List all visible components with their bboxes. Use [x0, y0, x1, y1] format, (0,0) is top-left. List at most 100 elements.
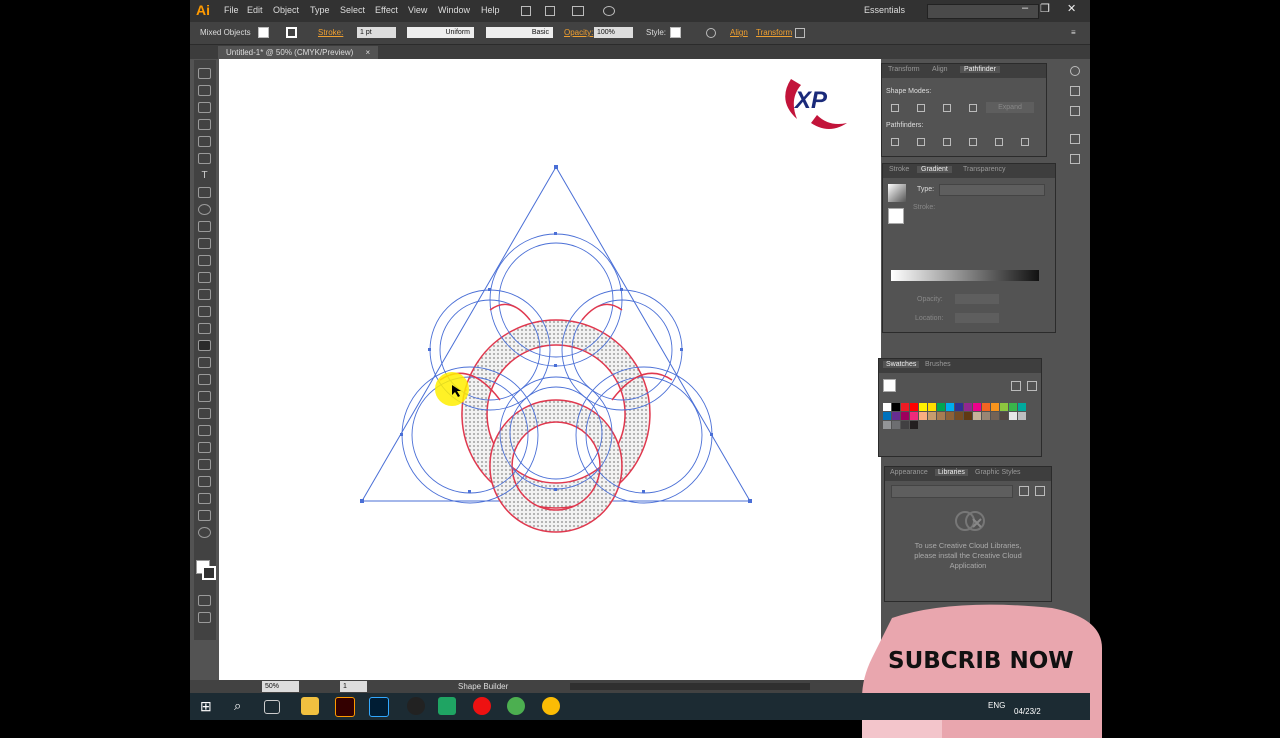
artboard-tool-icon[interactable]: [198, 476, 211, 487]
menu-help[interactable]: Help: [481, 5, 500, 15]
bridge-icon[interactable]: [521, 6, 531, 16]
column-graph-tool-icon[interactable]: [198, 459, 211, 470]
eyedropper-tool-icon[interactable]: [198, 408, 211, 419]
artboard-canvas[interactable]: XP: [219, 59, 881, 680]
artboards-icon[interactable]: [1070, 154, 1080, 164]
task-view-icon[interactable]: [264, 700, 280, 714]
windows-start-icon[interactable]: ⊞: [200, 698, 212, 715]
magic-wand-tool-icon[interactable]: [198, 102, 211, 113]
minimize-icon[interactable]: –: [1022, 2, 1028, 14]
chrome-alt-icon[interactable]: [542, 697, 560, 715]
menu-window[interactable]: Window: [438, 5, 470, 15]
gpu-performance-icon[interactable]: [603, 6, 615, 16]
gradient-location-field[interactable]: [955, 313, 999, 323]
slice-tool-icon[interactable]: [198, 493, 211, 504]
gradient-slider[interactable]: [891, 270, 1039, 281]
photoshop-taskbar-icon[interactable]: [369, 697, 389, 717]
color-swatch[interactable]: [937, 403, 945, 411]
tab-brushes[interactable]: Brushes: [925, 361, 951, 368]
color-swatch[interactable]: [982, 412, 990, 420]
zoom-field[interactable]: 50%: [262, 681, 299, 692]
color-swatch[interactable]: [991, 403, 999, 411]
variable-width-profile[interactable]: Uniform: [407, 27, 474, 38]
mesh-tool-icon[interactable]: [198, 374, 211, 385]
tab-appearance[interactable]: Appearance: [890, 469, 928, 476]
color-swatch[interactable]: [901, 421, 909, 429]
list-view-icon[interactable]: [1011, 381, 1021, 391]
swatch-grid[interactable]: [883, 403, 1033, 439]
color-swatch[interactable]: [892, 403, 900, 411]
color-guide-icon[interactable]: [1070, 66, 1080, 76]
trim-icon[interactable]: [917, 138, 925, 146]
recolor-artwork-icon[interactable]: [706, 28, 716, 38]
swatch-fill-icon[interactable]: [883, 379, 896, 392]
color-swatch[interactable]: [910, 421, 918, 429]
zoom-tool-icon[interactable]: [198, 527, 211, 538]
app-icon[interactable]: [438, 697, 456, 715]
arrange-documents-icon[interactable]: [572, 6, 584, 16]
pen-tool-icon[interactable]: [198, 136, 211, 147]
color-swatch[interactable]: [883, 403, 891, 411]
tab-transparency[interactable]: Transparency: [963, 166, 1006, 173]
color-swatch[interactable]: [910, 403, 918, 411]
align-link[interactable]: Align: [730, 28, 748, 37]
color-swatch[interactable]: [973, 412, 981, 420]
eraser-tool-icon[interactable]: [198, 255, 211, 266]
library-list-view-icon[interactable]: [1035, 486, 1045, 496]
artwork[interactable]: [219, 59, 881, 680]
lasso-tool-icon[interactable]: [198, 119, 211, 130]
color-swatch[interactable]: [946, 403, 954, 411]
menu-edit[interactable]: Edit: [247, 5, 263, 15]
library-grid-view-icon[interactable]: [1019, 486, 1029, 496]
paintbrush-tool-icon[interactable]: [198, 221, 211, 232]
tab-align[interactable]: Align: [932, 66, 948, 73]
language-indicator[interactable]: ENG: [988, 701, 1005, 710]
stroke-weight-field[interactable]: 1 pt: [357, 27, 396, 38]
isolate-icon[interactable]: [795, 28, 805, 38]
perspective-grid-tool-icon[interactable]: [198, 357, 211, 368]
color-swatch[interactable]: [991, 412, 999, 420]
document-tab[interactable]: Untitled-1* @ 50% (CMYK/Preview) ×: [218, 46, 379, 59]
symbol-sprayer-tool-icon[interactable]: [198, 442, 211, 453]
menu-select[interactable]: Select: [340, 5, 365, 15]
color-swatch[interactable]: [883, 412, 891, 420]
color-swatch[interactable]: [910, 412, 918, 420]
crop-icon[interactable]: [969, 138, 977, 146]
chrome-icon[interactable]: [507, 697, 525, 715]
minus-front-icon[interactable]: [917, 104, 925, 112]
color-swatch[interactable]: [919, 403, 927, 411]
selection-tool-icon[interactable]: [198, 68, 211, 79]
tab-transform[interactable]: Transform: [888, 66, 920, 73]
file-explorer-icon[interactable]: [301, 697, 319, 715]
color-swatch[interactable]: [919, 412, 927, 420]
color-swatch[interactable]: [955, 412, 963, 420]
color-swatch[interactable]: [964, 412, 972, 420]
color-swatch[interactable]: [1000, 412, 1008, 420]
direct-selection-tool-icon[interactable]: [198, 85, 211, 96]
color-swatch[interactable]: [1009, 403, 1017, 411]
color-swatch[interactable]: [892, 412, 900, 420]
media-player-icon[interactable]: [407, 697, 425, 715]
close-icon[interactable]: ✕: [1067, 2, 1076, 15]
menu-effect[interactable]: Effect: [375, 5, 398, 15]
opacity-label[interactable]: Opacity:: [564, 28, 593, 37]
opera-icon[interactable]: [473, 697, 491, 715]
graphic-style-swatch-icon[interactable]: [670, 27, 681, 38]
gradient-tool-icon[interactable]: [198, 391, 211, 402]
color-swatch[interactable]: [973, 403, 981, 411]
stock-icon[interactable]: [545, 6, 555, 16]
unite-icon[interactable]: [891, 104, 899, 112]
layers-icon[interactable]: [1070, 134, 1080, 144]
tab-stroke[interactable]: Stroke: [889, 166, 909, 173]
outline-icon[interactable]: [995, 138, 1003, 146]
tab-libraries[interactable]: Libraries: [935, 469, 968, 476]
artboard-page-field[interactable]: 1: [340, 681, 367, 692]
color-swatch[interactable]: [1000, 403, 1008, 411]
line-tool-icon[interactable]: [198, 187, 211, 198]
fill-swatch-icon[interactable]: [258, 27, 269, 38]
screen-mode-icon[interactable]: [198, 612, 211, 623]
pencil-tool-icon[interactable]: [198, 238, 211, 249]
hand-tool-icon[interactable]: [198, 510, 211, 521]
minus-back-icon[interactable]: [1021, 138, 1029, 146]
color-swatch[interactable]: [928, 412, 936, 420]
